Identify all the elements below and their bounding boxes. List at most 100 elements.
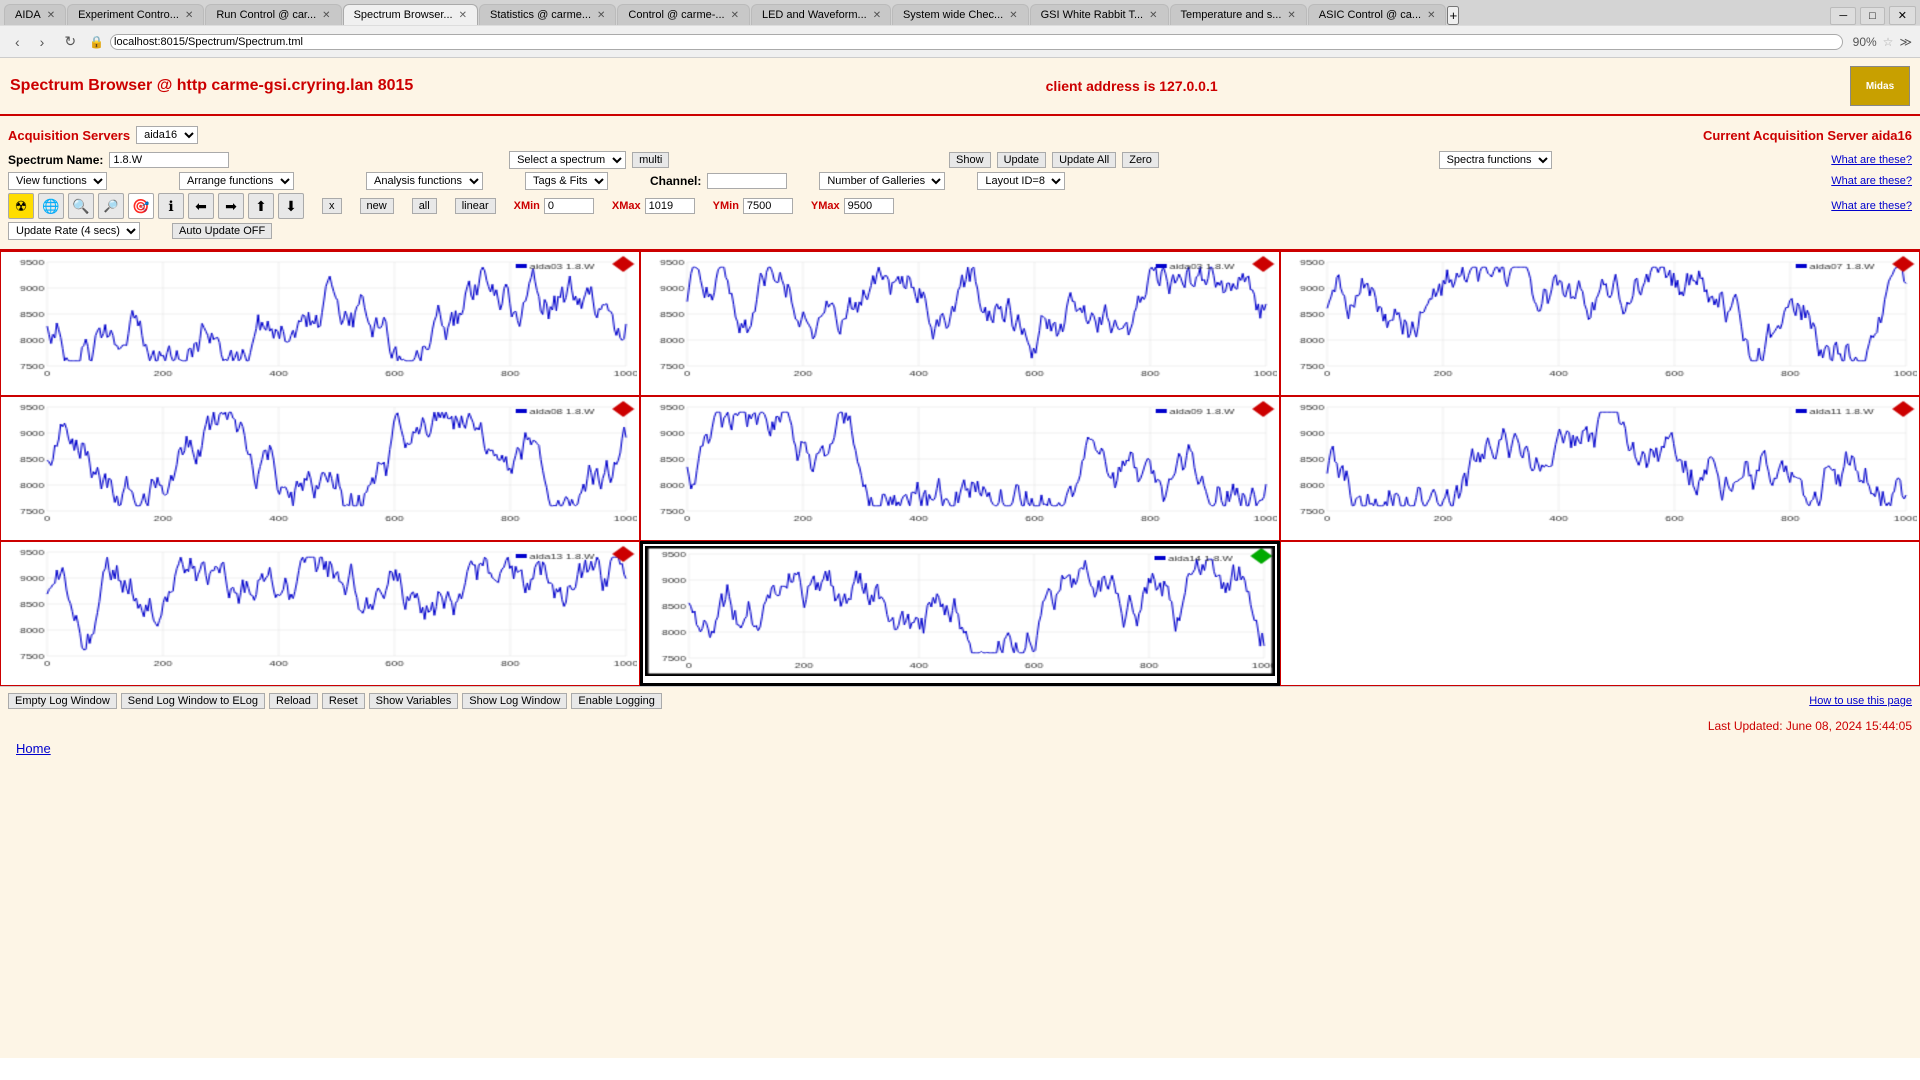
view-functions-dropdown[interactable]: View functions (8, 172, 107, 190)
close-icon[interactable]: ✕ (731, 10, 739, 21)
update-rate-dropdown[interactable]: Update Rate (4 secs) (8, 222, 140, 240)
layout-id-dropdown[interactable]: Layout ID=8 (977, 172, 1065, 190)
linear-button[interactable]: linear (455, 198, 496, 214)
chart-cell-aida08[interactable] (0, 396, 640, 541)
info-icon-btn[interactable]: ℹ (158, 193, 184, 219)
chart-canvas-aida14 (645, 546, 1275, 676)
reset-button[interactable]: Reset (322, 693, 365, 709)
empty-log-button[interactable]: Empty Log Window (8, 693, 117, 709)
tab-stats[interactable]: Statistics @ carme...✕ (479, 4, 616, 25)
close-icon[interactable]: ✕ (597, 10, 605, 21)
what-are-these-3[interactable]: What are these? (1831, 200, 1912, 212)
close-icon[interactable]: ✕ (873, 10, 881, 21)
prev-icon-btn[interactable]: ⬅ (188, 193, 214, 219)
back-button[interactable]: ‹ (8, 31, 27, 53)
zoom-out-icon-btn[interactable]: 🔎 (98, 193, 124, 219)
all-button[interactable]: all (412, 198, 437, 214)
chart-cell-empty[interactable] (1280, 541, 1920, 686)
page-header: Spectrum Browser @ http carme-gsi.cryrin… (0, 58, 1920, 116)
next-icon-btn[interactable]: ➡ (218, 193, 244, 219)
update-button[interactable]: Update (997, 152, 1046, 168)
close-icon[interactable]: ✕ (1287, 10, 1295, 21)
spectra-functions-dropdown[interactable]: Spectra functions (1439, 151, 1552, 169)
minimize-button[interactable]: ─ (1830, 7, 1856, 25)
close-icon[interactable]: ✕ (47, 10, 55, 21)
chart-cell-aida07[interactable] (1280, 251, 1920, 396)
tab-control[interactable]: Control @ carme-...✕ (617, 4, 750, 25)
chart-canvas-aida07 (1283, 254, 1917, 384)
xmin-input[interactable] (544, 198, 594, 214)
what-are-these-2[interactable]: What are these? (1831, 175, 1912, 187)
close-icon[interactable]: ✕ (459, 10, 467, 21)
reload-button[interactable]: Reload (269, 693, 318, 709)
how-to-link[interactable]: How to use this page (1809, 695, 1912, 707)
chart-cell-aida03[interactable] (0, 251, 640, 396)
chart-cell-aida11[interactable] (1280, 396, 1920, 541)
acquisition-server-select[interactable]: aida16 (136, 126, 198, 144)
extensions-icon: ≫ (1899, 35, 1912, 49)
show-variables-button[interactable]: Show Variables (369, 693, 459, 709)
address-bar: ‹ › ↻ 🔒 90% ☆ ≫ (0, 25, 1920, 57)
update-all-button[interactable]: Update All (1052, 152, 1116, 168)
client-address: client address is 127.0.0.1 (1046, 78, 1218, 94)
tab-aida[interactable]: AIDA✕ (4, 4, 66, 25)
logo: Midas (1850, 66, 1910, 106)
down-icon-btn[interactable]: ⬇ (278, 193, 304, 219)
what-are-these-1[interactable]: What are these? (1831, 154, 1912, 166)
chart-cell-aida14[interactable] (640, 541, 1280, 686)
up-icon-btn[interactable]: ⬆ (248, 193, 274, 219)
chart-cell-aida09[interactable] (640, 396, 1280, 541)
close-icon[interactable]: ✕ (322, 10, 330, 21)
auto-update-button[interactable]: Auto Update OFF (172, 223, 272, 239)
chart-grid (0, 249, 1920, 686)
refresh-button[interactable]: ↻ (57, 30, 83, 53)
radiation-icon-btn[interactable]: ☢ (8, 193, 34, 219)
close-icon[interactable]: ✕ (1149, 10, 1157, 21)
new-button[interactable]: new (360, 198, 394, 214)
chart-canvas-aida13 (3, 544, 637, 674)
channel-input[interactable] (707, 173, 787, 189)
tab-run[interactable]: Run Control @ car...✕ (205, 4, 341, 25)
x-button[interactable]: x (322, 198, 342, 214)
update-rate-row: Update Rate (4 secs) Auto Update OFF (8, 222, 1912, 240)
zoom-in-icon-btn[interactable]: 🔍 (68, 193, 94, 219)
refresh-globe-icon-btn[interactable]: 🌐 (38, 193, 64, 219)
ymax-input[interactable] (844, 198, 894, 214)
bottom-bar: Empty Log Window Send Log Window to ELog… (0, 686, 1920, 715)
arrange-functions-dropdown[interactable]: Arrange functions (179, 172, 294, 190)
maximize-button[interactable]: □ (1860, 7, 1885, 25)
ymin-input[interactable] (743, 198, 793, 214)
home-link[interactable]: Home (8, 737, 59, 760)
analysis-functions-dropdown[interactable]: Analysis functions (366, 172, 483, 190)
send-log-button[interactable]: Send Log Window to ELog (121, 693, 265, 709)
show-log-button[interactable]: Show Log Window (462, 693, 567, 709)
tab-exp[interactable]: Experiment Contro...✕ (67, 4, 204, 25)
xmax-input[interactable] (645, 198, 695, 214)
close-icon[interactable]: ✕ (1427, 10, 1435, 21)
close-window-button[interactable]: ✕ (1889, 6, 1916, 25)
select-spectrum-dropdown[interactable]: Select a spectrum (509, 151, 626, 169)
tab-bar: AIDA✕ Experiment Contro...✕ Run Control … (0, 0, 1920, 25)
tab-spectrum[interactable]: Spectrum Browser...✕ (343, 4, 478, 25)
tab-asic[interactable]: ASIC Control @ ca...✕ (1308, 4, 1447, 25)
tab-led[interactable]: LED and Waveform...✕ (751, 4, 891, 25)
zero-button[interactable]: Zero (1122, 152, 1159, 168)
close-icon[interactable]: ✕ (185, 10, 193, 21)
target-icon-btn[interactable]: 🎯 (128, 193, 154, 219)
multi-button[interactable]: multi (632, 152, 669, 168)
tab-system[interactable]: System wide Chec...✕ (892, 4, 1029, 25)
tags-fits-dropdown[interactable]: Tags & Fits (525, 172, 608, 190)
chart-cell-aida03b[interactable] (640, 251, 1280, 396)
close-icon[interactable]: ✕ (1009, 10, 1017, 21)
spectrum-name-row: Spectrum Name: Select a spectrum multi S… (8, 151, 1912, 169)
tab-temp[interactable]: Temperature and s...✕ (1170, 4, 1307, 25)
address-input[interactable] (110, 34, 1843, 50)
show-button[interactable]: Show (949, 152, 991, 168)
enable-logging-button[interactable]: Enable Logging (571, 693, 661, 709)
spectrum-name-input[interactable] (109, 152, 229, 168)
chart-cell-aida13[interactable] (0, 541, 640, 686)
add-tab-button[interactable]: + (1447, 6, 1459, 25)
forward-button[interactable]: › (33, 31, 52, 53)
tab-gsi[interactable]: GSI White Rabbit T...✕ (1030, 4, 1169, 25)
number-galleries-dropdown[interactable]: Number of Galleries (819, 172, 945, 190)
